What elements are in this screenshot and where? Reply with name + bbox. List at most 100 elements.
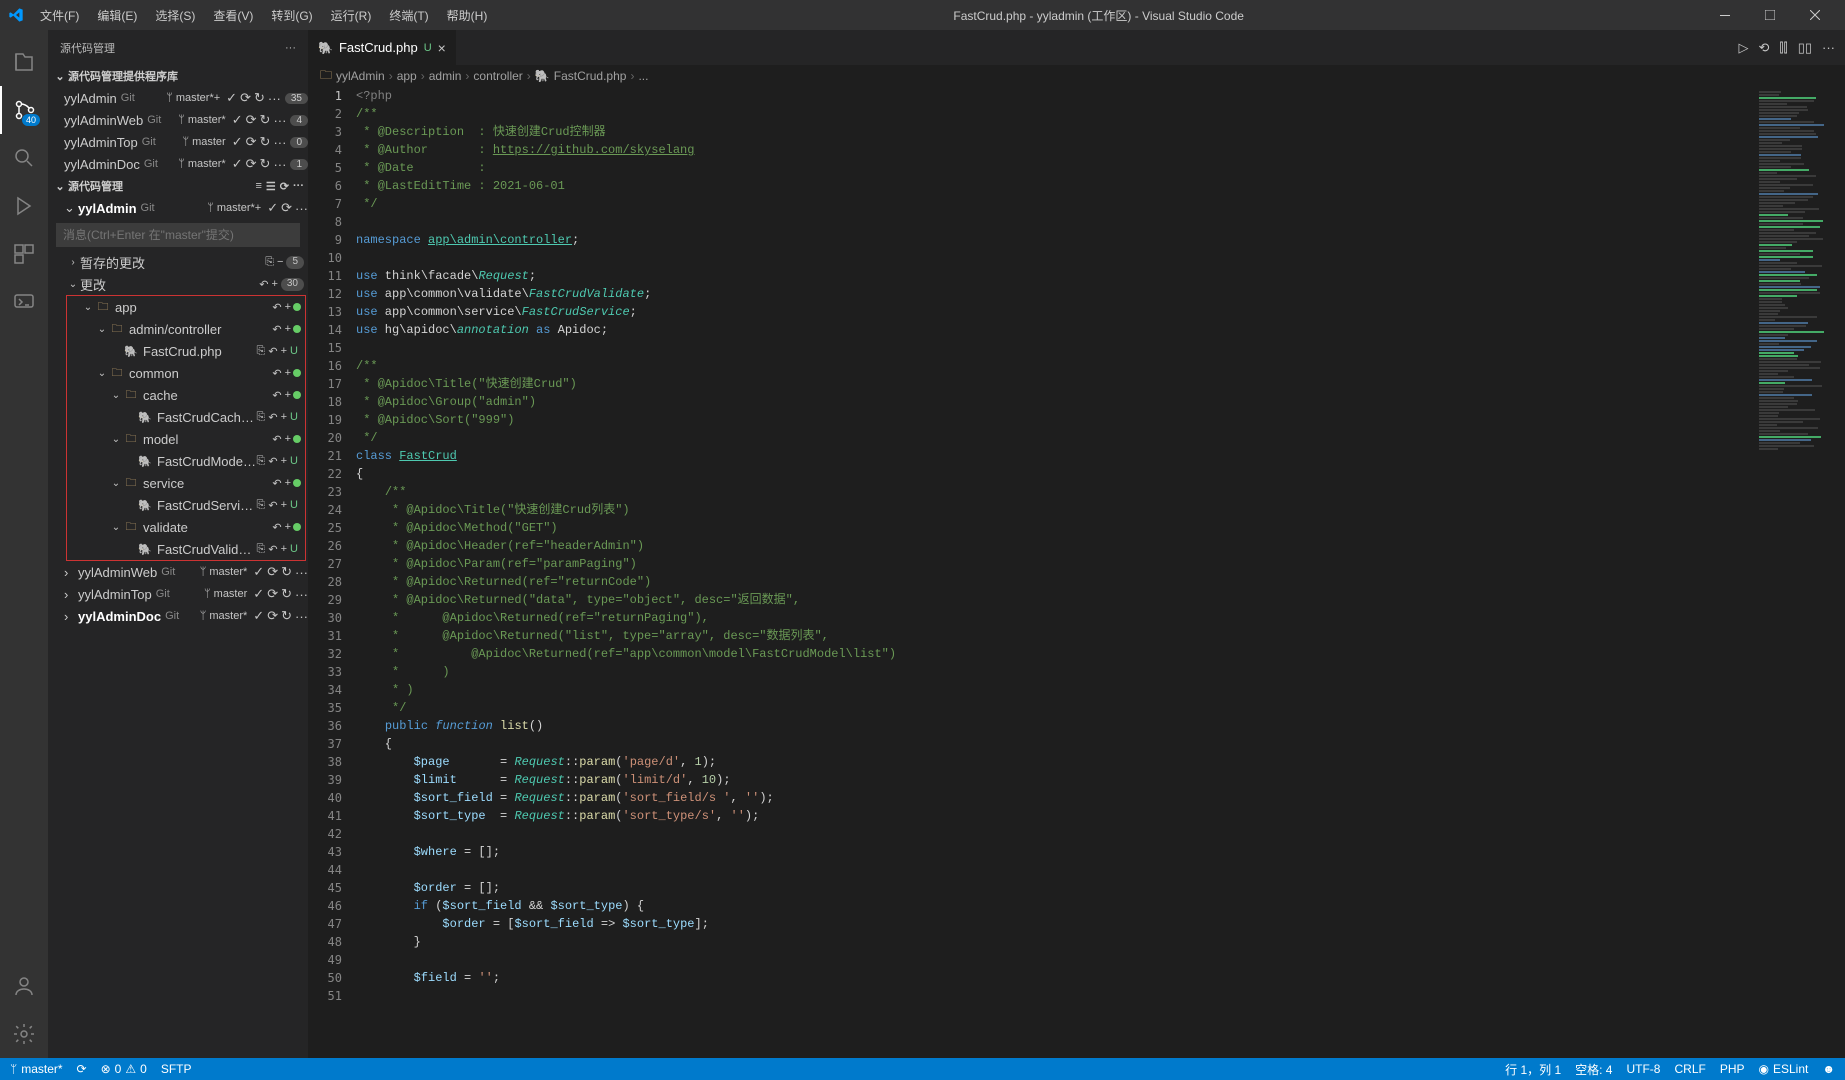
check-icon[interactable]: ✓ [232, 156, 243, 172]
discard-icon[interactable]: ↶ [268, 411, 277, 424]
tab-close-icon[interactable]: × [438, 40, 446, 56]
crumb[interactable]: ... [638, 69, 648, 83]
tree-folder[interactable]: ⌄🗀service↶+ [67, 472, 305, 494]
menu-view[interactable]: 查看(V) [205, 3, 261, 28]
refresh-icon[interactable]: ⟳ [267, 564, 278, 580]
repo-row[interactable]: yylAdminGit ᛘ master*+ ✓⟳↻··· 35 [48, 87, 308, 109]
repo-row[interactable]: yylAdminTopGit ᛘ master ✓⟳↻··· 0 [48, 131, 308, 153]
stage-icon[interactable]: + [285, 301, 291, 314]
sync-icon[interactable]: ↻ [281, 564, 292, 580]
crumb[interactable]: admin [429, 69, 462, 83]
refresh-icon[interactable]: ⟳ [267, 608, 278, 624]
unstage-icon[interactable]: − [277, 256, 283, 269]
status-indent[interactable]: 空格: 4 [1575, 1061, 1612, 1078]
sidebar-more-icon[interactable]: ··· [285, 42, 296, 54]
tree-file[interactable]: 🐘FastCrudService.php⎘↶+U [67, 494, 305, 516]
status-branch[interactable]: ᛘmaster* [10, 1062, 63, 1076]
tree-folder[interactable]: ⌄🗀app↶+ [67, 296, 305, 318]
activity-remote-icon[interactable] [0, 278, 48, 326]
tab-fastcrud[interactable]: 🐘 FastCrud.php U × [308, 30, 457, 65]
crumb[interactable]: app [397, 69, 417, 83]
tree-folder[interactable]: ⌄🗀model↶+ [67, 428, 305, 450]
refresh-icon[interactable]: ⟳ [246, 112, 257, 128]
discard-icon[interactable]: ↶ [272, 433, 281, 446]
check-icon[interactable]: ✓ [253, 564, 264, 580]
check-icon[interactable]: ✓ [253, 586, 264, 602]
discard-icon[interactable]: ↶ [272, 477, 281, 490]
check-icon[interactable]: ✓ [267, 200, 278, 216]
status-lang[interactable]: PHP [1720, 1062, 1745, 1076]
tree-file[interactable]: 🐘FastCrud.php⎘↶+U [67, 340, 305, 362]
commit-message-input[interactable] [56, 223, 300, 247]
breadcrumbs[interactable]: 🗀 yylAdmin› app› admin› controller› 🐘 Fa… [308, 65, 1845, 87]
repo-row[interactable]: yylAdminDocGit ᛘ master* ✓⟳↻··· 1 [48, 153, 308, 175]
crumb[interactable]: controller [473, 69, 522, 83]
status-sftp[interactable]: SFTP [161, 1062, 192, 1076]
open-file-icon[interactable]: ⎘ [257, 455, 266, 468]
menu-goto[interactable]: 转到(G) [263, 3, 320, 28]
active-repo-row[interactable]: ⌄ yylAdmin Git ᛘmaster*+ ✓ ⟳ ··· [48, 197, 308, 219]
menu-edit[interactable]: 编辑(E) [89, 3, 145, 28]
repo-row[interactable]: ›yylAdminWebGit ᛘ master* ✓⟳↻··· [48, 561, 308, 583]
menu-file[interactable]: 文件(F) [32, 3, 87, 28]
more-icon[interactable]: ··· [268, 91, 281, 106]
stage-icon[interactable]: + [271, 278, 277, 291]
status-eol[interactable]: CRLF [1674, 1062, 1705, 1076]
sync-icon[interactable]: ↻ [260, 156, 271, 172]
refresh-icon[interactable]: ⟳ [246, 134, 257, 150]
code-editor[interactable]: <?php /** * @Description : 快速创建Crud控制器 *… [356, 87, 1755, 1058]
stage-icon[interactable]: + [285, 389, 291, 402]
sync-icon[interactable]: ↻ [254, 90, 265, 106]
discard-icon[interactable]: ↶ [268, 499, 277, 512]
tree-folder[interactable]: ⌄🗀cache↶+ [67, 384, 305, 406]
stage-icon[interactable]: + [285, 323, 291, 336]
stage-icon[interactable]: + [285, 521, 291, 534]
minimap[interactable] [1755, 87, 1845, 1058]
repo-row[interactable]: ›yylAdminTopGit ᛘ master ✓⟳↻··· [48, 583, 308, 605]
activity-run-icon[interactable] [0, 182, 48, 230]
sync-icon[interactable]: ↻ [260, 134, 271, 150]
staged-changes-header[interactable]: › 暂存的更改 ⎘ − 5 [48, 251, 308, 273]
view-tree-icon[interactable]: ☰ [266, 180, 276, 193]
split-icon[interactable]: ▯▯ [1798, 40, 1812, 56]
discard-icon[interactable]: ↶ [268, 345, 277, 358]
minimize-button[interactable] [1702, 0, 1747, 30]
activity-scm-icon[interactable]: 40 [0, 86, 48, 134]
more-icon[interactable]: ··· [295, 565, 308, 580]
more-icon[interactable]: ··· [273, 157, 286, 172]
repo-row[interactable]: yylAdminWebGit ᛘ master* ✓⟳↻··· 4 [48, 109, 308, 131]
crumb[interactable]: FastCrud.php [554, 69, 627, 83]
tree-file[interactable]: 🐘FastCrudValidate.php⎘↶+U [67, 538, 305, 560]
more-icon[interactable]: ··· [295, 201, 308, 216]
open-file-icon[interactable]: ⎘ [257, 345, 266, 358]
discard-icon[interactable]: ↶ [268, 543, 277, 556]
menu-terminal[interactable]: 终端(T) [381, 3, 436, 28]
sync-icon[interactable]: ↻ [260, 112, 271, 128]
more-icon[interactable]: ··· [293, 180, 304, 193]
diff-icon[interactable]: ⫿⫿ [1779, 40, 1787, 56]
tree-folder[interactable]: ⌄🗀validate↶+ [67, 516, 305, 538]
scm-header[interactable]: ⌄ 源代码管理 ≡ ☰ ⟳ ··· [48, 175, 308, 197]
discard-icon[interactable]: ↶ [272, 323, 281, 336]
stage-icon[interactable]: + [285, 367, 291, 380]
more-icon[interactable]: ··· [295, 609, 308, 624]
status-eslint[interactable]: ◉ESLint [1759, 1062, 1809, 1076]
sync-icon[interactable]: ↻ [281, 586, 292, 602]
open-file-icon[interactable]: ⎘ [257, 411, 266, 424]
discard-icon[interactable]: ↶ [268, 455, 277, 468]
refresh-icon[interactable]: ⟳ [280, 180, 289, 193]
more-icon[interactable]: ··· [273, 135, 286, 150]
crumb[interactable]: yylAdmin [336, 69, 385, 83]
menu-select[interactable]: 选择(S) [147, 3, 203, 28]
more-icon[interactable]: ··· [273, 113, 286, 128]
status-ln-col[interactable]: 行 1，列 1 [1505, 1061, 1561, 1078]
activity-explorer-icon[interactable] [0, 38, 48, 86]
refresh-icon[interactable]: ⟳ [281, 200, 292, 216]
activity-extensions-icon[interactable] [0, 230, 48, 278]
refresh-icon[interactable]: ⟳ [246, 156, 257, 172]
menu-run[interactable]: 运行(R) [323, 3, 380, 28]
open-file-icon[interactable]: ⎘ [257, 543, 266, 556]
maximize-button[interactable] [1747, 0, 1792, 30]
discard-icon[interactable]: ↶ [272, 521, 281, 534]
activity-settings-icon[interactable] [0, 1010, 48, 1058]
